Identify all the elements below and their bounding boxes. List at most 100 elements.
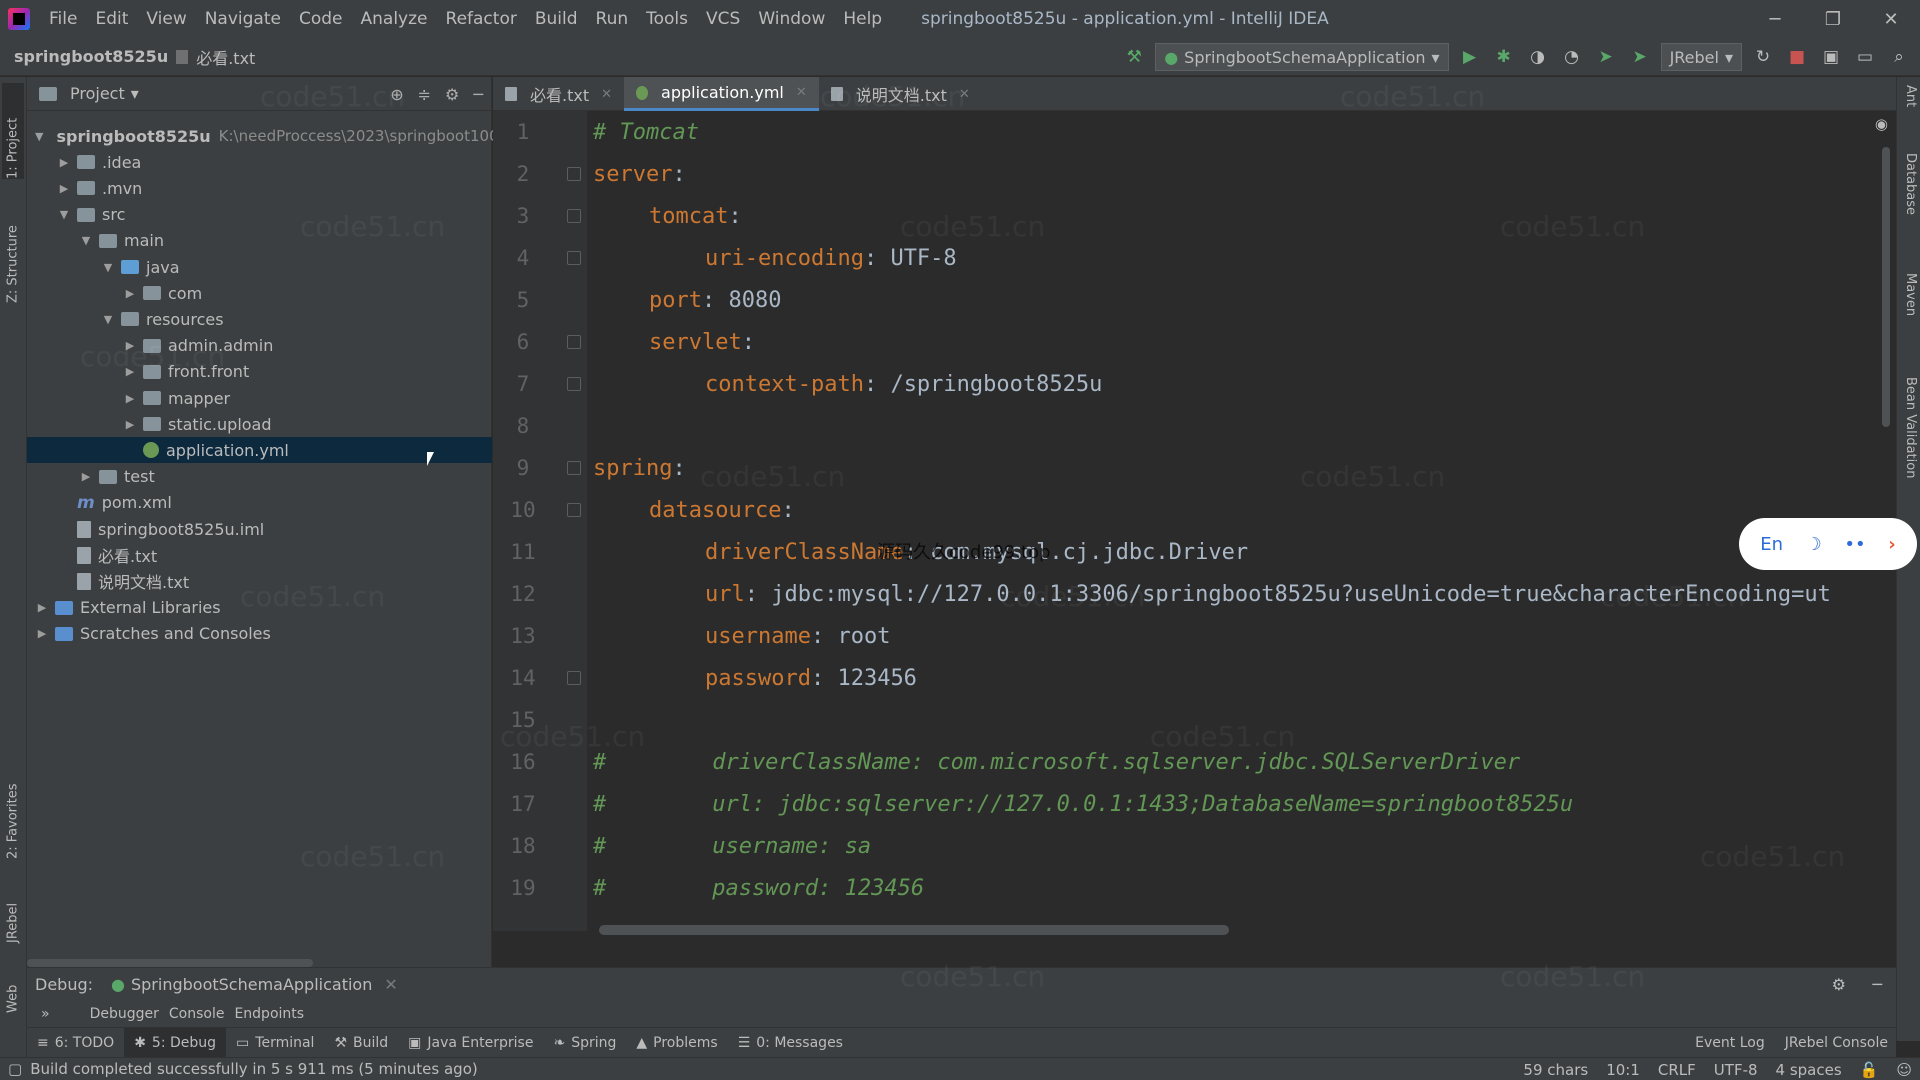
chevron-right-icon[interactable]: ▶ bbox=[57, 155, 71, 169]
fold-marker-icon[interactable] bbox=[567, 671, 581, 685]
tool-window-button[interactable]: ✱ 5: Debug bbox=[124, 1027, 227, 1058]
tool-window-button[interactable]: ⚒ Build bbox=[324, 1028, 398, 1058]
tree-item[interactable]: m pom.xml bbox=[27, 490, 492, 516]
collapse-all-icon[interactable]: ≑ bbox=[418, 85, 431, 104]
tree-item[interactable]: springboot8525u.iml bbox=[27, 516, 492, 542]
status-message[interactable]: Build completed successfully in 5 s 911 … bbox=[30, 1060, 478, 1078]
tab-ant[interactable]: Ant bbox=[1898, 85, 1918, 135]
tree-item[interactable]: ▶ External Libraries bbox=[27, 595, 492, 621]
chevron-right-icon[interactable]: ▶ bbox=[57, 181, 71, 195]
tree-item[interactable]: application.yml bbox=[27, 437, 492, 464]
fold-marker-icon[interactable] bbox=[567, 335, 581, 349]
tree-item[interactable]: 必看.txt bbox=[27, 542, 492, 568]
expand-icon[interactable]: » bbox=[41, 1006, 50, 1022]
menu-help[interactable]: Help bbox=[834, 0, 891, 38]
tool-window-button[interactable]: ▲ Problems bbox=[626, 1028, 727, 1058]
tree-item[interactable]: ▶ static.upload bbox=[27, 411, 492, 437]
menu-edit[interactable]: Edit bbox=[86, 0, 137, 38]
tree-item[interactable]: ▶ mapper bbox=[27, 385, 492, 411]
menu-build[interactable]: Build bbox=[526, 0, 587, 38]
tab-debugger[interactable]: Debugger bbox=[90, 1006, 159, 1022]
status-indent[interactable]: 4 spaces bbox=[1776, 1061, 1842, 1079]
menu-refactor[interactable]: Refactor bbox=[437, 0, 526, 38]
hide-icon[interactable]: ─ bbox=[473, 85, 483, 104]
tree-item[interactable]: ▶ .mvn bbox=[27, 175, 492, 201]
chevron-down-icon[interactable]: ▼ bbox=[57, 208, 71, 222]
chevron-down-icon[interactable]: ▼ bbox=[79, 234, 93, 248]
close-button[interactable]: ✕ bbox=[1862, 0, 1920, 38]
chevron-down-icon[interactable]: ▼ bbox=[35, 129, 43, 143]
profile-icon[interactable]: ◔ bbox=[1559, 44, 1585, 70]
chevron-down-icon[interactable]: ▼ bbox=[101, 312, 115, 326]
tool-window-button[interactable]: ▣ Java Enterprise bbox=[398, 1028, 543, 1058]
tree-item[interactable]: ▶ admin.admin bbox=[27, 333, 492, 359]
status-line-separator[interactable]: CRLF bbox=[1658, 1061, 1696, 1079]
menu-window[interactable]: Window bbox=[749, 0, 834, 38]
tree-item[interactable]: ▼ main bbox=[27, 228, 492, 254]
tab-project[interactable]: 1: Project bbox=[2, 83, 24, 179]
breadcrumb-file[interactable]: 必看.txt bbox=[196, 45, 255, 69]
lock-icon[interactable]: 🔓 bbox=[1860, 1061, 1879, 1079]
chevron-right-icon[interactable]: ▶ bbox=[123, 391, 137, 405]
close-icon[interactable]: ✕ bbox=[601, 87, 612, 102]
jrebel-console-button[interactable]: JRebel Console bbox=[1785, 1035, 1888, 1051]
tab-endpoints[interactable]: Endpoints bbox=[234, 1006, 304, 1022]
chevron-right-icon[interactable]: ▶ bbox=[123, 339, 137, 353]
hector-icon[interactable]: ☺ bbox=[1896, 1061, 1912, 1079]
gear-icon[interactable]: ⚙ bbox=[445, 85, 459, 104]
tree-item[interactable]: ▶ front.front bbox=[27, 359, 492, 385]
code-area[interactable]: 1 # Tomcat 2 server: 3 tomcat: 4 uri-encoding: … bbox=[493, 111, 1896, 931]
tree-item[interactable]: ▼ java bbox=[27, 254, 492, 280]
project-horizontal-scrollbar[interactable] bbox=[27, 959, 313, 967]
chevron-right-icon[interactable]: ▶ bbox=[79, 470, 93, 484]
menu-tools[interactable]: Tools bbox=[637, 0, 697, 38]
tree-item[interactable]: ▼ src bbox=[27, 202, 492, 228]
fold-marker-icon[interactable] bbox=[567, 377, 581, 391]
tab-console[interactable]: Console bbox=[169, 1006, 225, 1022]
jrebel-debug-icon[interactable]: ➤ bbox=[1627, 44, 1653, 70]
jrebel-dropdown[interactable]: JRebel ▾ bbox=[1660, 43, 1742, 71]
menu-run[interactable]: Run bbox=[587, 0, 638, 38]
tab-jrebel[interactable]: JRebel bbox=[2, 873, 24, 943]
coverage-icon[interactable]: ◑ bbox=[1525, 44, 1551, 70]
tab-favorites[interactable]: 2: Favorites bbox=[2, 749, 24, 859]
menu-code[interactable]: Code bbox=[290, 0, 352, 38]
chevron-right-icon[interactable]: › bbox=[1888, 534, 1895, 555]
editor-vertical-scrollbar[interactable] bbox=[1882, 147, 1890, 427]
presentation-icon[interactable]: ▭ bbox=[1852, 44, 1878, 70]
editor-horizontal-scrollbar[interactable] bbox=[599, 925, 1229, 935]
chevron-right-icon[interactable]: ▶ bbox=[35, 627, 49, 641]
fold-marker-icon[interactable] bbox=[567, 503, 581, 517]
run-config-dropdown[interactable]: ● SpringbootSchemaApplication ▾ bbox=[1155, 43, 1449, 71]
tab-web[interactable]: Web bbox=[2, 957, 24, 1013]
fold-marker-icon[interactable] bbox=[567, 461, 581, 475]
tree-item[interactable]: ▼ resources bbox=[27, 306, 492, 332]
minimize-button[interactable]: ─ bbox=[1746, 0, 1804, 38]
locate-icon[interactable]: ⊕ bbox=[390, 85, 403, 104]
chevron-right-icon[interactable]: ▶ bbox=[35, 601, 49, 615]
stop-icon[interactable]: ■ bbox=[1784, 44, 1810, 70]
debug-icon[interactable]: ✱ bbox=[1491, 44, 1517, 70]
close-icon[interactable]: ✕ bbox=[959, 87, 970, 102]
tab-bean-validation[interactable]: Bean Validation bbox=[1898, 377, 1918, 537]
status-position[interactable]: 10:1 bbox=[1606, 1061, 1640, 1079]
project-structure-icon[interactable]: ▣ bbox=[1818, 44, 1844, 70]
editor-tab[interactable]: application.yml ✕ bbox=[624, 77, 819, 111]
eye-icon[interactable]: ◉ bbox=[1875, 115, 1888, 133]
menu-view[interactable]: View bbox=[137, 0, 195, 38]
tab-maven[interactable]: Maven bbox=[1898, 273, 1918, 363]
run-icon[interactable]: ▶ bbox=[1457, 44, 1483, 70]
tree-item[interactable]: ▶ test bbox=[27, 464, 492, 490]
debug-config-tab[interactable]: SpringbootSchemaApplication bbox=[131, 975, 372, 994]
tree-item[interactable]: ▶ Scratches and Consoles bbox=[27, 621, 492, 647]
status-toggle-icon[interactable]: ▢ bbox=[8, 1060, 22, 1078]
jrebel-run-icon[interactable]: ➤ bbox=[1593, 44, 1619, 70]
hide-icon[interactable]: ─ bbox=[1872, 975, 1882, 994]
breadcrumb-project[interactable]: springboot8525u bbox=[0, 47, 168, 66]
tree-item[interactable]: ▶ .idea bbox=[27, 149, 492, 175]
fold-marker-icon[interactable] bbox=[567, 251, 581, 265]
tool-window-button[interactable]: ▭ Terminal bbox=[226, 1028, 324, 1058]
menu-navigate[interactable]: Navigate bbox=[196, 0, 290, 38]
restore-button[interactable]: ❐ bbox=[1804, 0, 1862, 38]
ime-widget[interactable]: En ☽ •• › bbox=[1739, 518, 1917, 570]
